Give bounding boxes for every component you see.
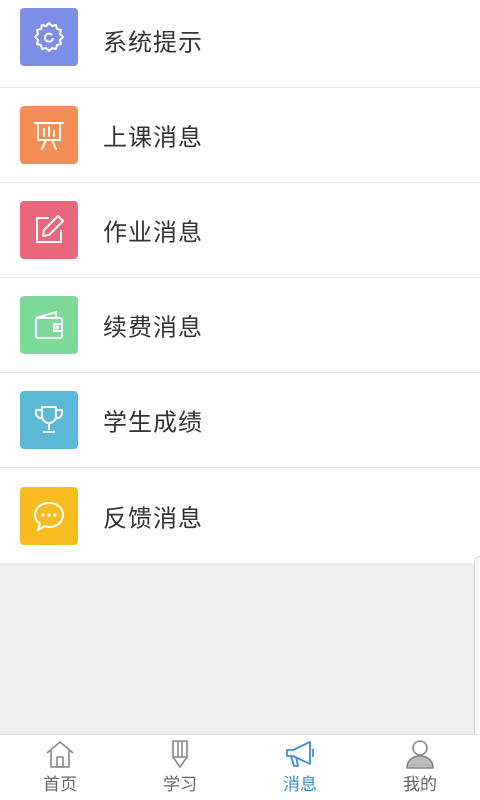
tab-home[interactable]: 首页 xyxy=(0,735,120,800)
tab-label: 首页 xyxy=(43,775,77,795)
list-item-label: 作业消息 xyxy=(103,218,203,247)
list-item-label: 学生成绩 xyxy=(103,408,203,437)
list-item-label: 上课消息 xyxy=(103,123,203,152)
presentation-board-icon xyxy=(20,106,78,164)
tab-label: 我的 xyxy=(403,775,437,795)
list-item-renewal-messages[interactable]: 续费消息 xyxy=(0,278,480,373)
bottom-tab-bar: 首页 学习 消息 我的 xyxy=(0,734,480,800)
list-item-system-notice[interactable]: 系统提示 xyxy=(0,0,480,88)
list-item-student-grades[interactable]: 学生成绩 xyxy=(0,373,480,468)
tab-label: 学习 xyxy=(163,775,197,795)
user-icon xyxy=(406,740,434,769)
chat-bubble-icon xyxy=(20,486,78,545)
wallet-icon xyxy=(20,296,78,354)
list-item-class-messages[interactable]: 上课消息 xyxy=(0,88,480,183)
tab-mine[interactable]: 我的 xyxy=(360,735,480,800)
list-item-feedback-messages[interactable]: 反馈消息 xyxy=(0,468,480,563)
message-list: 系统提示 上课消息 作业消息 续费消息 学生成绩 反馈消息 xyxy=(0,0,480,563)
list-item-label: 系统提示 xyxy=(103,28,203,57)
list-item-homework-messages[interactable]: 作业消息 xyxy=(0,183,480,278)
edit-pencil-icon xyxy=(20,201,78,259)
tab-messages[interactable]: 消息 xyxy=(240,735,360,800)
tab-label: 消息 xyxy=(283,775,317,795)
gear-icon xyxy=(20,8,78,66)
tab-study[interactable]: 学习 xyxy=(120,735,240,800)
list-item-label: 反馈消息 xyxy=(103,504,203,532)
home-icon xyxy=(46,741,74,768)
trophy-icon xyxy=(20,391,78,449)
list-item-label: 续费消息 xyxy=(103,313,203,342)
megaphone-icon xyxy=(286,741,314,767)
pencil-icon xyxy=(172,740,188,768)
